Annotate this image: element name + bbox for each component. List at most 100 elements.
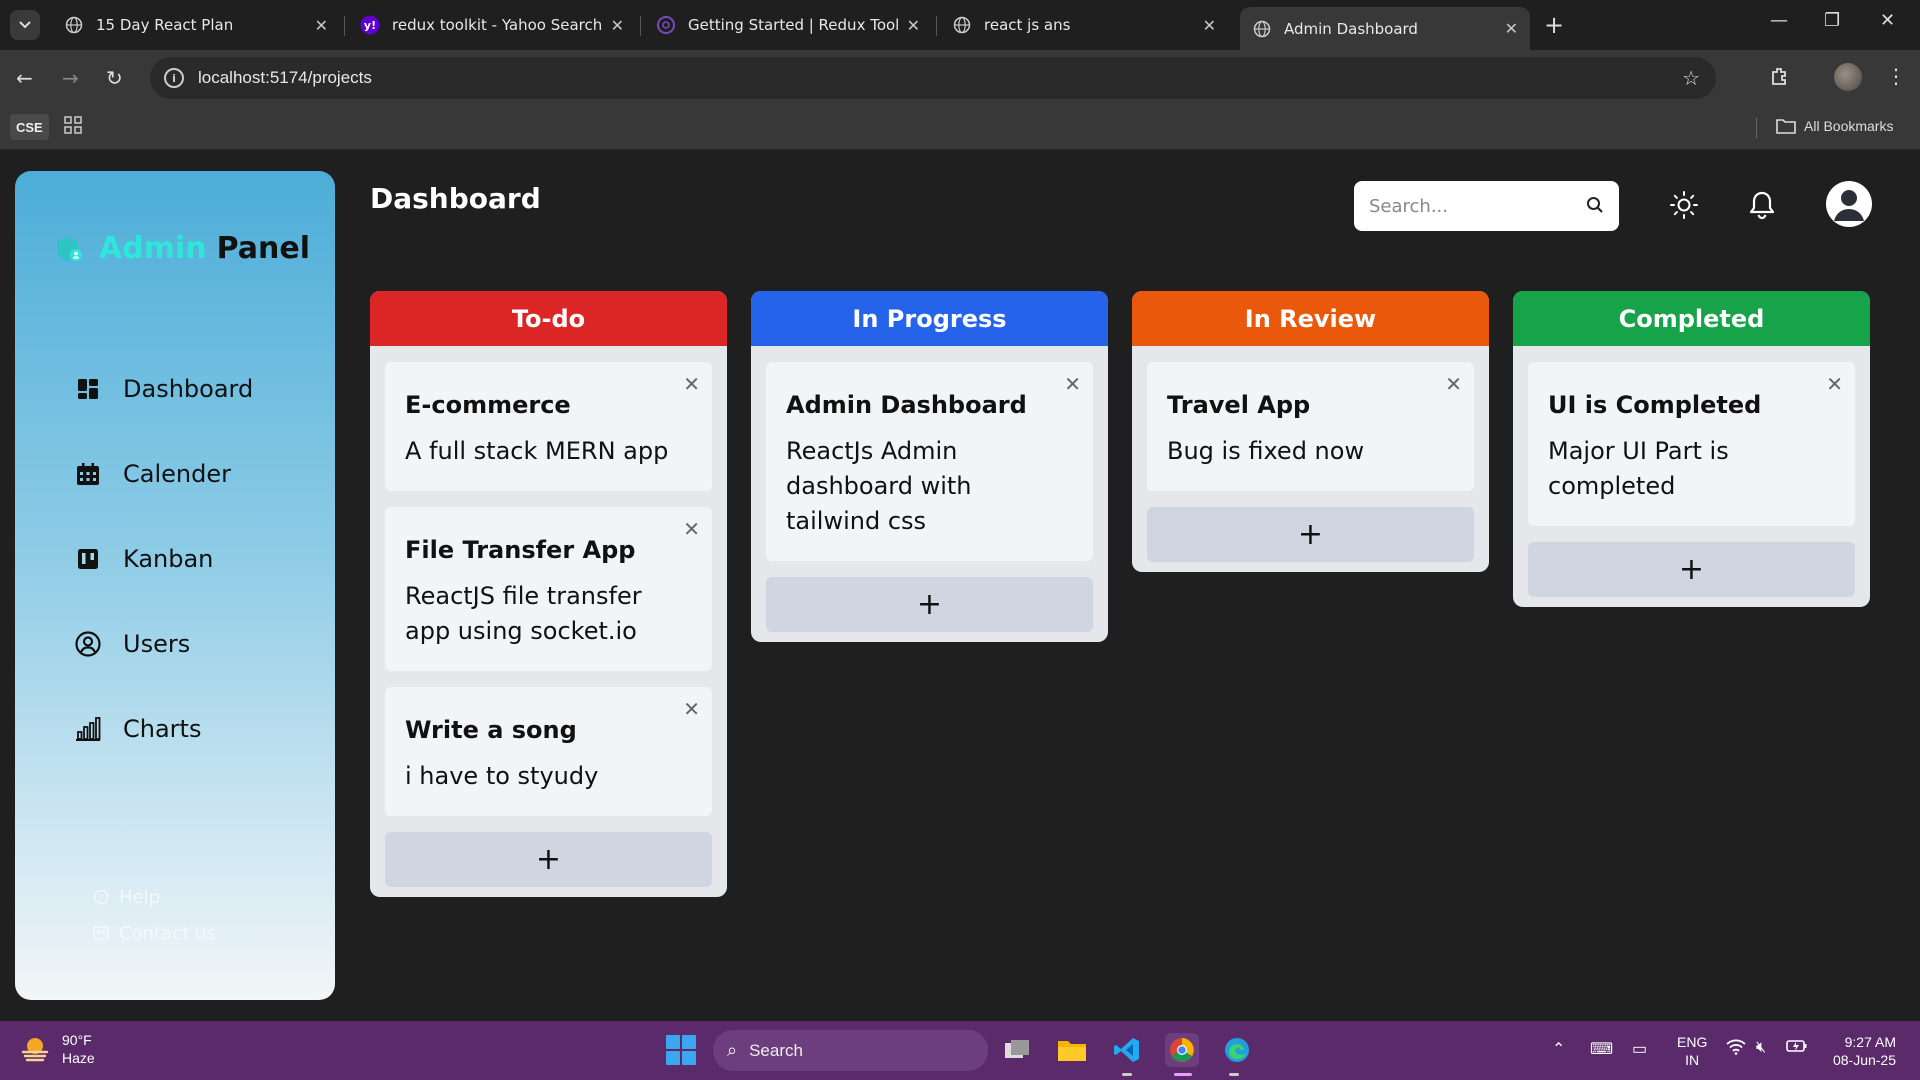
apps-grid-icon[interactable] xyxy=(64,116,82,139)
kanban-card[interactable]: ✕ E-commerce A full stack MERN app xyxy=(385,362,712,491)
chrome-icon[interactable] xyxy=(1165,1033,1199,1067)
all-bookmarks-label: All Bookmarks xyxy=(1804,118,1894,134)
taskbar-search[interactable]: ⌕ Search xyxy=(713,1030,988,1071)
url-text: localhost:5174/projects xyxy=(198,68,372,87)
column-header: Completed xyxy=(1513,291,1870,346)
kanban-card[interactable]: ✕ Travel App Bug is fixed now xyxy=(1147,362,1474,491)
edge-icon[interactable] xyxy=(1220,1033,1254,1067)
kanban-card[interactable]: ✕ Write a song i have to styudy xyxy=(385,687,712,816)
add-card-button[interactable]: + xyxy=(766,577,1093,632)
close-tab-icon[interactable]: ✕ xyxy=(1203,16,1216,35)
search-icon[interactable] xyxy=(1585,195,1605,219)
card-title: Travel App xyxy=(1167,391,1311,419)
add-card-button[interactable]: + xyxy=(385,832,712,887)
windows-start-icon[interactable] xyxy=(666,1035,696,1065)
contact-link[interactable]: Contact us xyxy=(93,915,216,951)
sidebar-item-charts[interactable]: Charts xyxy=(75,686,253,771)
window-close-icon[interactable]: ✕ xyxy=(1880,10,1895,31)
search-box xyxy=(1354,181,1619,231)
weather-widget[interactable]: 90°F Haze xyxy=(20,1031,95,1067)
browser-tab[interactable]: Getting Started | Redux Toolkit ✕ xyxy=(644,7,932,43)
bookmark-cse[interactable]: CSE xyxy=(10,114,49,140)
card-close-icon[interactable]: ✕ xyxy=(683,697,700,721)
help-link[interactable]: ? Help xyxy=(93,879,216,915)
add-card-button[interactable]: + xyxy=(1147,507,1474,562)
browser-tab[interactable]: y! redux toolkit - Yahoo Search Re ✕ xyxy=(348,7,636,43)
card-description: A full stack MERN app xyxy=(405,437,669,465)
weather-temp: 90°F xyxy=(62,1032,92,1048)
card-description: ReactJS file transfer app using socket.i… xyxy=(405,582,642,645)
theme-toggle-sun-icon[interactable] xyxy=(1668,189,1700,221)
language-indicator[interactable]: ENG IN xyxy=(1677,1033,1707,1069)
user-silhouette-icon xyxy=(1834,190,1864,221)
globe-icon xyxy=(952,15,972,35)
tablet-mode-icon[interactable]: ▭ xyxy=(1632,1039,1647,1059)
kanban-card[interactable]: ✕ UI is Completed Major UI Part is compl… xyxy=(1528,362,1855,526)
browser-tab-active[interactable]: Admin Dashboard ✕ xyxy=(1240,7,1530,50)
card-close-icon[interactable]: ✕ xyxy=(1064,372,1081,396)
card-close-icon[interactable]: ✕ xyxy=(1826,372,1843,396)
calendar-icon xyxy=(75,461,101,487)
card-close-icon[interactable]: ✕ xyxy=(1445,372,1462,396)
user-avatar[interactable] xyxy=(1826,181,1872,227)
close-tab-icon[interactable]: ✕ xyxy=(611,16,624,35)
kanban-card[interactable]: ✕ File Transfer App ReactJS file transfe… xyxy=(385,507,712,671)
close-tab-icon[interactable]: ✕ xyxy=(315,16,328,35)
sidebar-item-kanban[interactable]: Kanban xyxy=(75,516,253,601)
close-tab-icon[interactable]: ✕ xyxy=(1505,19,1518,38)
more-menu-icon[interactable]: ⋮ xyxy=(1886,64,1906,88)
column-header: In Progress xyxy=(751,291,1108,346)
browser-tab-bar: 15 Day React Plan ✕ y! redux toolkit - Y… xyxy=(0,0,1920,50)
app-root: Admin Panel Dashboard Calender Kanban Us… xyxy=(0,151,1920,1021)
keyboard-icon[interactable]: ⌨ xyxy=(1590,1039,1613,1059)
card-description: i have to styudy xyxy=(405,762,599,790)
battery-icon[interactable] xyxy=(1786,1039,1808,1058)
volume-muted-icon[interactable]: 🔇︎ xyxy=(1756,1039,1766,1057)
vscode-icon[interactable] xyxy=(1110,1033,1144,1067)
add-card-button[interactable]: + xyxy=(1528,542,1855,597)
help-label: Help xyxy=(119,886,161,908)
url-input[interactable]: i localhost:5174/projects ☆ xyxy=(150,57,1716,99)
show-hidden-icons[interactable]: ⌃ xyxy=(1552,1039,1565,1059)
file-explorer-icon[interactable] xyxy=(1055,1033,1089,1067)
close-tab-icon[interactable]: ✕ xyxy=(907,16,920,35)
wifi-icon[interactable] xyxy=(1726,1039,1746,1060)
browser-tab[interactable]: react js ans ✕ xyxy=(940,7,1228,43)
tab-label: Admin Dashboard xyxy=(1284,19,1418,38)
kanban-card[interactable]: ✕ Admin Dashboard ReactJs Admin dashboar… xyxy=(766,362,1093,561)
brand-logo[interactable]: Admin Panel xyxy=(55,231,310,266)
forward-icon[interactable]: → xyxy=(62,66,79,90)
contact-label: Contact us xyxy=(119,922,216,944)
column-header: To-do xyxy=(370,291,727,346)
chevron-down-icon xyxy=(19,21,31,29)
system-clock[interactable]: 9:27 AM 08-Jun-25 xyxy=(1818,1033,1896,1069)
card-close-icon[interactable]: ✕ xyxy=(683,372,700,396)
redux-icon xyxy=(656,15,676,35)
new-tab-button[interactable]: + xyxy=(1544,11,1564,39)
search-input[interactable] xyxy=(1369,195,1569,217)
browser-profile-avatar[interactable] xyxy=(1834,63,1862,91)
site-info-icon[interactable]: i xyxy=(164,68,184,88)
notification-bell-icon[interactable] xyxy=(1746,189,1778,221)
task-view-icon[interactable] xyxy=(1000,1033,1034,1067)
app-active-indicator xyxy=(1174,1073,1192,1076)
browser-tab[interactable]: 15 Day React Plan ✕ xyxy=(52,7,340,43)
tab-label: react js ans xyxy=(984,16,1071,34)
sidebar-item-label: Kanban xyxy=(123,544,214,573)
restore-icon[interactable]: ❐ xyxy=(1824,10,1840,31)
bookmark-star-icon[interactable]: ☆ xyxy=(1682,66,1700,90)
page-title: Dashboard xyxy=(370,182,541,215)
windows-taskbar: 90°F Haze ⌕ Search ⌃ ⌨ ▭ ENG IN 🔇︎ 9:27 … xyxy=(0,1021,1920,1080)
reload-icon[interactable]: ↻ xyxy=(106,66,123,90)
sidebar-item-dashboard[interactable]: Dashboard xyxy=(75,346,253,431)
sidebar-item-calender[interactable]: Calender xyxy=(75,431,253,516)
sidebar-item-users[interactable]: Users xyxy=(75,601,253,686)
back-icon[interactable]: ← xyxy=(16,66,33,90)
tab-search-button[interactable] xyxy=(10,10,40,40)
extensions-icon[interactable] xyxy=(1770,66,1790,91)
minimize-icon[interactable]: — xyxy=(1770,10,1788,31)
kanban-icon xyxy=(75,546,101,572)
card-close-icon[interactable]: ✕ xyxy=(683,517,700,541)
bookmark-divider xyxy=(1756,118,1757,138)
all-bookmarks-button[interactable]: All Bookmarks xyxy=(1776,118,1893,134)
